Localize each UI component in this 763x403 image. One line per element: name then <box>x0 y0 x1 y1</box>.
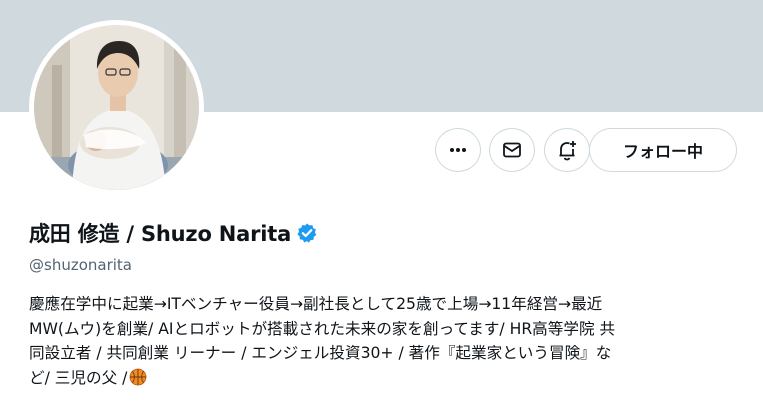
basketball-icon <box>129 368 147 385</box>
bio-line: 慶應在学中に起業→ITベンチャー役員→副社長として25歳で上場→11年経営→最近 <box>29 295 603 313</box>
bio-line: MW(ムウ)を創業/ AIとロボットが搭載された未来の家を創ってます/ HR高等… <box>29 319 616 338</box>
user-handle: @shuzonarita <box>29 256 132 274</box>
name-row: 成田 修造 / Shuzo Narita <box>29 218 318 248</box>
avatar-frame <box>29 20 204 195</box>
following-button-label: フォロー中 <box>622 142 703 161</box>
bio-line-last: ど/ 三児の父 / <box>29 366 734 391</box>
message-button[interactable] <box>489 128 535 172</box>
following-button[interactable]: フォロー中 <box>589 128 737 172</box>
bio-line: 同設立者 / 共同創業 リーナー / エンジェル投資30+ / 著作『起業家とい… <box>29 344 612 362</box>
avatar[interactable] <box>34 25 199 190</box>
more-button[interactable] <box>435 128 481 172</box>
verified-badge-icon[interactable] <box>296 222 318 244</box>
mail-icon <box>503 142 521 158</box>
bio-line-text: ど/ 三児の父 / <box>29 368 128 387</box>
more-icon <box>450 148 466 152</box>
notifications-button[interactable] <box>544 128 590 172</box>
profile-bio: 慶應在学中に起業→ITベンチャー役員→副社長として25歳で上場→11年経営→最近… <box>29 292 734 390</box>
display-name: 成田 修造 / Shuzo Narita <box>29 222 292 246</box>
bell-plus-icon <box>559 141 576 161</box>
